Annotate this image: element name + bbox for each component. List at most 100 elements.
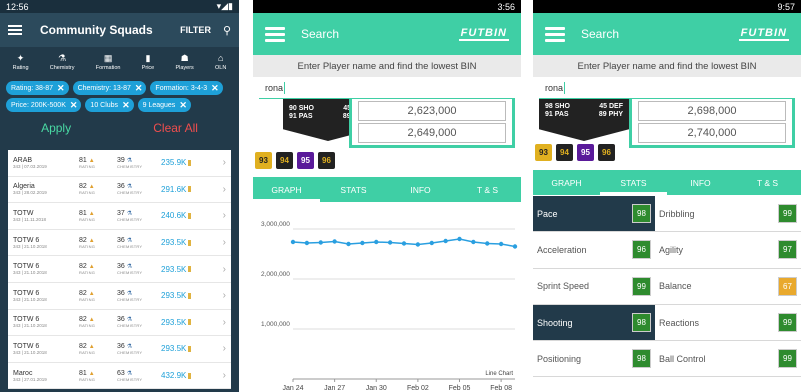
squad-name: TOTW 6 xyxy=(13,263,40,271)
stat-row: Acceleration 96 Agility 97 xyxy=(533,232,801,269)
squad-row[interactable]: TOTW 343 | 11.11.2018 81 ▲ RATING 37 ⚗ CHEMISTR… xyxy=(8,203,231,230)
filter-categories: ✦ Rating ⚗ Chemistry ▦ Formation ▮ Price ☗ Player… xyxy=(0,47,239,81)
tab-ts[interactable]: T & S xyxy=(454,177,521,202)
version-badge[interactable]: 95 xyxy=(297,152,314,169)
menu-icon[interactable] xyxy=(545,26,565,42)
squad-list: ARAB 343 | 07.03.2019 81 ▲ RATING 39 ⚗ CHEMISTR… xyxy=(8,150,231,390)
category-label: Price xyxy=(141,65,155,71)
coin-icon xyxy=(188,186,192,193)
rating-sublabel: RATING xyxy=(79,349,96,355)
player-search-input[interactable]: rona xyxy=(539,77,795,99)
search-icon[interactable]: ⚲ xyxy=(223,24,231,37)
data-point xyxy=(360,240,365,246)
squad-row[interactable]: TOTW 6 343 | 21.10.2018 82 ▲ RATING 36 ⚗ CHEMIS… xyxy=(8,256,231,283)
player-card[interactable]: 98 SHO 45 DEF 91 PAS 89 PHY xyxy=(539,99,629,141)
stat-cell: Positioning 98 xyxy=(533,341,655,376)
chemistry-sublabel: CHEMISTRY xyxy=(117,190,143,196)
card-stat: 89 PHY xyxy=(598,111,623,118)
search-hint: Enter Player name and find the lowest BI… xyxy=(253,55,521,77)
y-tick-label: 2,000,000 xyxy=(261,271,290,278)
squad-name: Algeria xyxy=(13,183,35,191)
squad-row[interactable]: Maroc 343 | 27.01.2019 81 ▲ RATING 63 ⚗ CHEMIST… xyxy=(8,363,231,390)
tab-ts[interactable]: T & S xyxy=(734,170,801,195)
card-stat: 91 PAS xyxy=(545,111,569,118)
category-chemistry[interactable]: ⚗ Chemistry xyxy=(50,53,75,77)
rating-sublabel: RATING xyxy=(79,190,96,196)
squad-price: 293.5K xyxy=(161,238,187,248)
version-badge[interactable]: 96 xyxy=(318,152,335,169)
coin-icon xyxy=(188,239,192,246)
version-badge[interactable]: 95 xyxy=(577,144,594,161)
squad-row[interactable]: TOTW 6 343 | 21.10.2018 82 ▲ RATING 36 ⚗ CHEMIS… xyxy=(8,310,231,337)
filter-chip[interactable]: 9 Leagues ✕ xyxy=(137,98,191,112)
filter-chip[interactable]: Price: 200K-500K ✕ xyxy=(6,98,82,112)
squad-row[interactable]: ARAB 343 | 07.03.2019 81 ▲ RATING 39 ⚗ CHEMISTR… xyxy=(8,150,231,177)
squad-chemistry: 36 xyxy=(117,183,125,191)
squad-name: TOTW 6 xyxy=(13,236,40,244)
tab-info[interactable]: INFO xyxy=(667,170,734,195)
stat-value: 98 xyxy=(632,204,651,224)
rating-sublabel: RATING xyxy=(79,216,96,222)
squad-row[interactable]: Algeria 343 | 28.02.2019 82 ▲ RATING 36 ⚗ CHEMI… xyxy=(8,177,231,204)
filter-chip[interactable]: 10 Clubs ✕ xyxy=(85,98,134,112)
squad-meta: 343 | 27.01.2019 xyxy=(13,376,47,382)
category-formation[interactable]: ▦ Formation xyxy=(96,53,121,77)
version-badge[interactable]: 93 xyxy=(255,152,272,169)
category-rating[interactable]: ✦ Rating xyxy=(13,53,29,77)
bin-price: 2,740,000 xyxy=(638,123,786,143)
close-icon[interactable]: ✕ xyxy=(122,100,130,111)
version-badge[interactable]: 94 xyxy=(556,144,573,161)
version-badge[interactable]: 94 xyxy=(276,152,293,169)
status-bar: 3:56 xyxy=(253,0,521,13)
card-stat: 98 SHO xyxy=(545,103,570,110)
category-players[interactable]: ☗ Players xyxy=(175,53,193,77)
version-badge[interactable]: 93 xyxy=(535,144,552,161)
search-query-text: rona xyxy=(545,82,564,93)
search-button[interactable]: Search xyxy=(301,27,459,41)
data-point xyxy=(471,239,476,245)
squad-rating: 82 xyxy=(79,342,87,350)
apply-button[interactable]: Apply xyxy=(41,121,71,135)
squad-chemistry: 37 xyxy=(117,209,125,217)
menu-icon[interactable] xyxy=(265,26,285,42)
stat-label: Agility xyxy=(659,244,684,255)
coin-icon xyxy=(188,372,192,379)
category-price[interactable]: ▮ Price xyxy=(142,53,155,77)
chevron-right-icon: › xyxy=(222,263,226,275)
close-icon[interactable]: ✕ xyxy=(211,83,219,94)
category-oln[interactable]: ⌂ OLN xyxy=(215,53,226,77)
squad-row[interactable]: TOTW 6 343 | 21.10.2018 82 ▲ RATING 36 ⚗ CHEMIS… xyxy=(8,336,231,363)
x-tick-label: Feb 02 xyxy=(407,385,429,392)
search-query-text: rona xyxy=(265,82,284,93)
search-button[interactable]: Search xyxy=(581,27,739,41)
squad-row[interactable]: TOTW 6 343 | 21.10.2018 82 ▲ RATING 36 ⚗ CHEMIS… xyxy=(8,230,231,257)
tab-graph[interactable]: GRAPH xyxy=(253,177,320,202)
close-icon[interactable]: ✕ xyxy=(57,83,65,94)
clear-all-button[interactable]: Clear All xyxy=(153,121,198,135)
close-icon[interactable]: ✕ xyxy=(70,100,78,111)
player-search-input[interactable]: rona xyxy=(259,77,515,99)
filter-chip[interactable]: Formation: 3-4-3 ✕ xyxy=(150,81,223,95)
close-icon[interactable]: ✕ xyxy=(135,83,143,94)
rating-sublabel: RATING xyxy=(79,376,96,382)
tab-stats[interactable]: STATS xyxy=(600,170,667,195)
filter-chip[interactable]: Rating: 38-87 ✕ xyxy=(6,81,69,95)
version-badge[interactable]: 96 xyxy=(598,144,615,161)
filter-button[interactable]: FILTER xyxy=(180,25,211,35)
stat-label: Dribbling xyxy=(659,208,695,219)
menu-icon[interactable] xyxy=(8,25,22,35)
tab-graph[interactable]: GRAPH xyxy=(533,170,600,195)
squad-row[interactable]: TOTW 6 343 | 21.10.2018 82 ▲ RATING 36 ⚗ CHEMIS… xyxy=(8,283,231,310)
tab-info[interactable]: INFO xyxy=(387,177,454,202)
chemistry-sublabel: CHEMISTRY xyxy=(117,163,143,169)
data-point xyxy=(346,241,351,247)
stat-cell: Pace 98 xyxy=(533,196,655,232)
rating-sublabel: RATING xyxy=(79,243,96,249)
squad-rating: 81 xyxy=(79,209,87,217)
squad-chemistry: 39 xyxy=(117,156,125,164)
tab-stats[interactable]: STATS xyxy=(320,177,387,202)
filter-chip[interactable]: Chemistry: 13-87 ✕ xyxy=(72,81,147,95)
close-icon[interactable]: ✕ xyxy=(179,100,187,111)
chemistry-icon: ⚗ xyxy=(126,370,133,377)
category-icon: ⌂ xyxy=(217,53,224,63)
